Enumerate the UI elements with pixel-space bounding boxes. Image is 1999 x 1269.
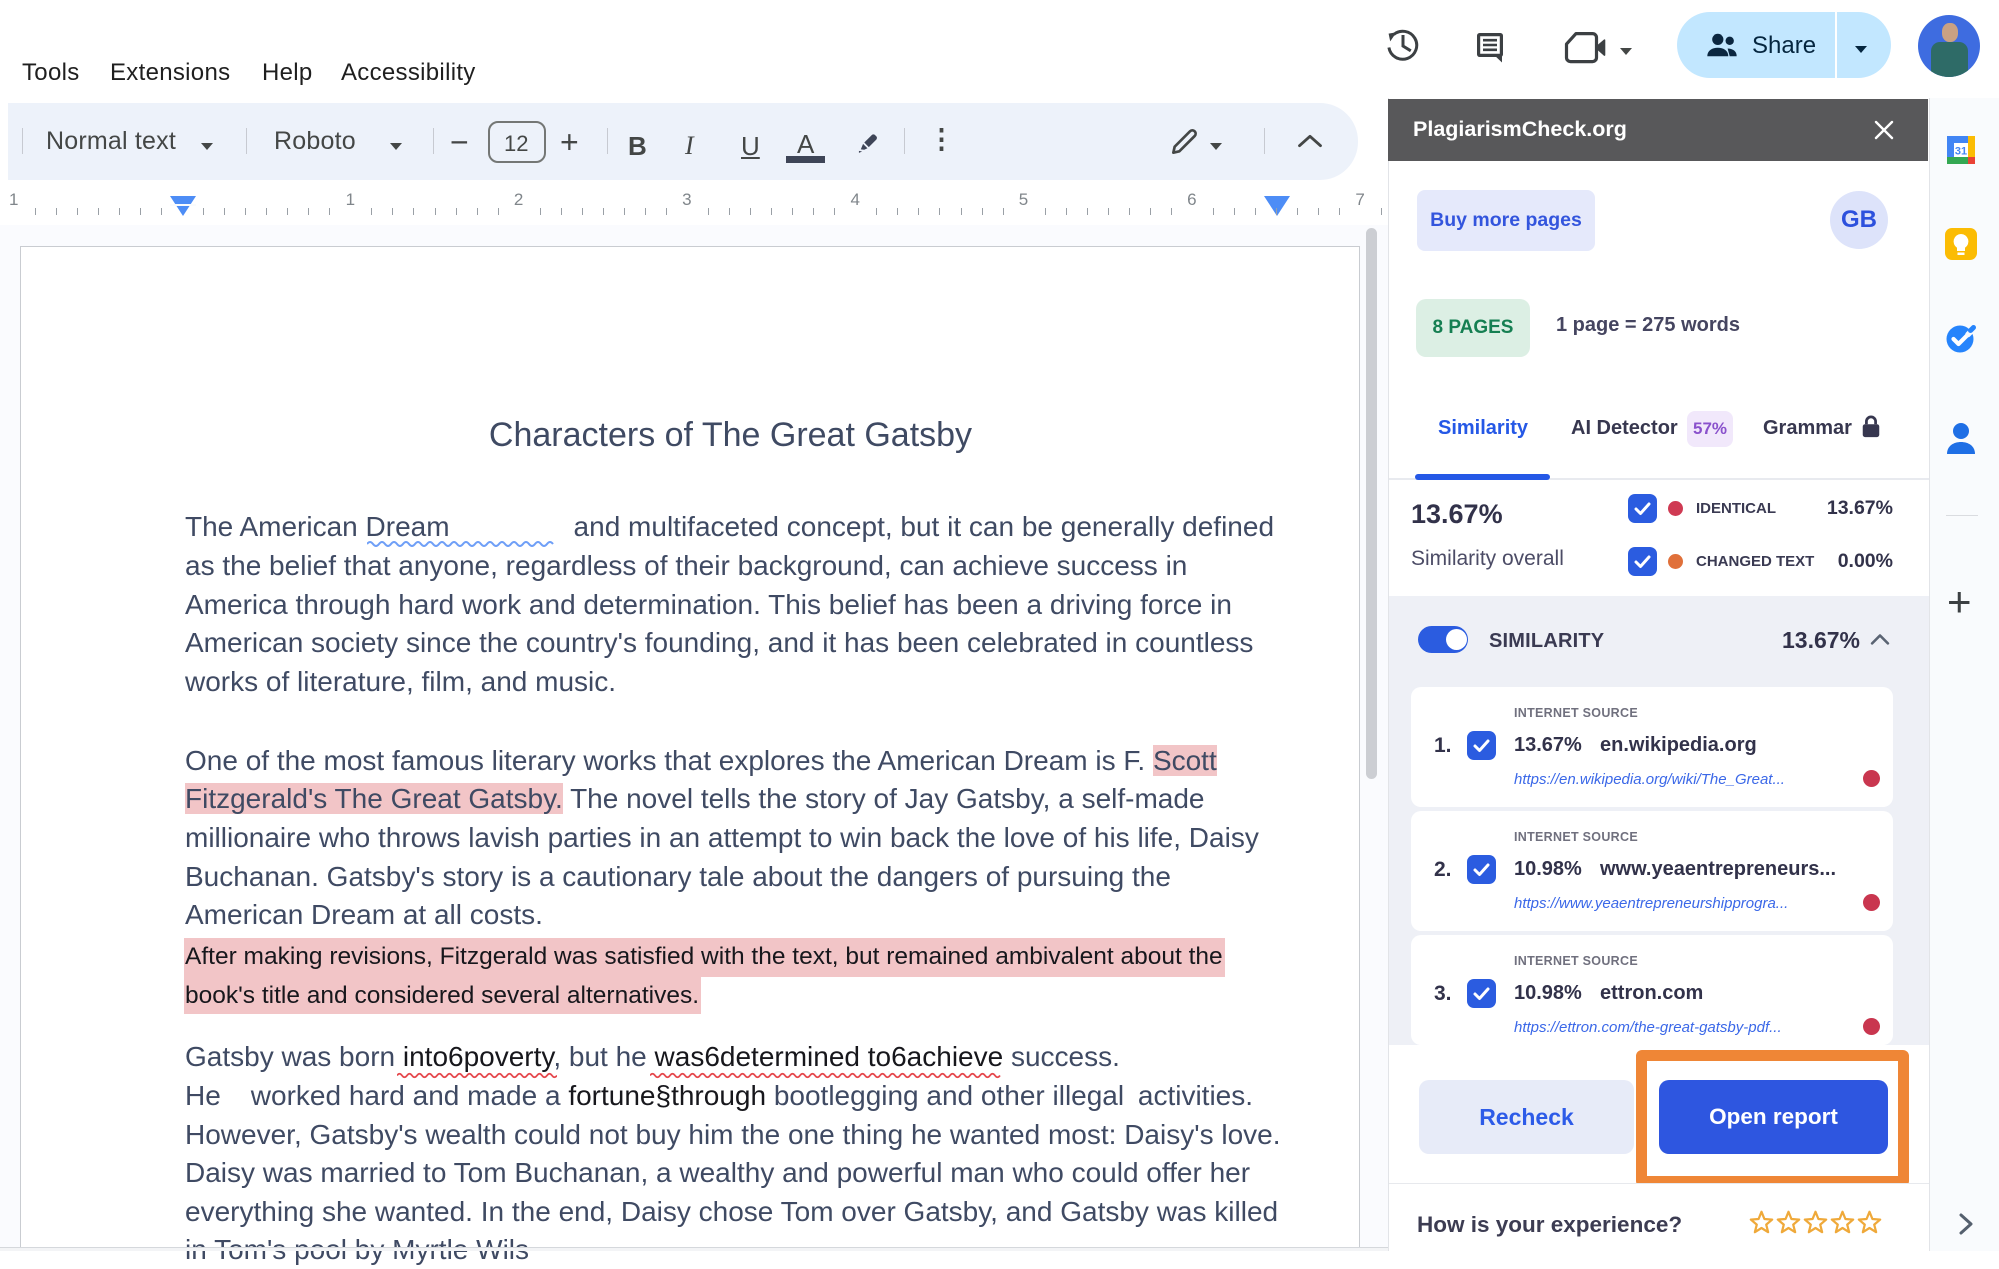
svg-text:31: 31 [1955,146,1967,158]
